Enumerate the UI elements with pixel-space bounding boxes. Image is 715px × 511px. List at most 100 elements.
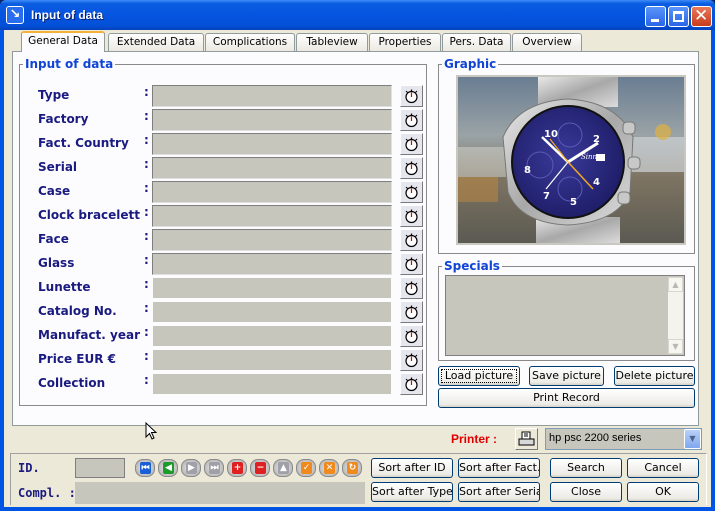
dial-brand: Sinn bbox=[581, 153, 598, 161]
dropdown-arrow-icon[interactable]: ▼ bbox=[684, 429, 701, 449]
compl-label: Compl. : bbox=[18, 486, 76, 500]
maximize-button[interactable] bbox=[668, 6, 689, 27]
field-picker-button[interactable] bbox=[400, 325, 423, 347]
field-input[interactable] bbox=[152, 205, 392, 227]
ok-button[interactable]: OK bbox=[627, 482, 699, 502]
cancel-button[interactable]: Cancel bbox=[627, 458, 699, 478]
tab-properties[interactable]: Properties bbox=[369, 33, 441, 51]
field-label: Factory bbox=[38, 112, 89, 126]
save-picture-button[interactable]: Save picture bbox=[529, 366, 604, 386]
field-colon: : bbox=[144, 109, 149, 123]
field-picker-button[interactable] bbox=[400, 277, 423, 299]
field-label: Serial bbox=[38, 160, 78, 174]
field-picker-button[interactable] bbox=[400, 373, 423, 395]
edit-record-button[interactable]: ▲ bbox=[273, 459, 293, 477]
field-input[interactable] bbox=[152, 109, 392, 131]
minimize-button[interactable] bbox=[645, 6, 666, 27]
field-input[interactable] bbox=[152, 181, 392, 203]
field-input[interactable] bbox=[152, 325, 392, 347]
app-window: ↘ Input of data ✕ General Data Extended … bbox=[0, 0, 715, 511]
field-input[interactable] bbox=[152, 373, 392, 395]
printer-label: Printer : bbox=[451, 432, 498, 446]
scroll-up-icon[interactable]: ▲ bbox=[668, 277, 683, 292]
tab-complications[interactable]: Complications bbox=[205, 33, 295, 51]
field-colon: : bbox=[144, 253, 149, 267]
close-button[interactable]: Close bbox=[550, 482, 622, 502]
field-input[interactable] bbox=[152, 157, 392, 179]
last-record-button[interactable]: ⏭ bbox=[204, 459, 224, 477]
cancel-edit-icon: ✕ bbox=[324, 462, 335, 474]
search-button[interactable]: Search bbox=[550, 458, 622, 478]
window-title: Input of data bbox=[31, 8, 103, 22]
field-picker-button[interactable] bbox=[400, 349, 423, 371]
sort-after-serial-button[interactable]: Sort after Serial bbox=[458, 482, 540, 502]
field-picker-button[interactable] bbox=[400, 253, 423, 275]
mouse-cursor-icon bbox=[145, 422, 158, 440]
tab-tableview[interactable]: Tableview bbox=[296, 33, 368, 51]
button-label: Sort after Type bbox=[372, 485, 453, 498]
button-label: Sort after Serial bbox=[459, 485, 540, 498]
field-label: Glass bbox=[38, 256, 75, 270]
field-input[interactable] bbox=[152, 229, 392, 251]
general-data-panel: Input of data Type: Factory: Fact. Country… bbox=[12, 51, 699, 426]
field-label: Clock bracelett bbox=[38, 208, 141, 222]
scroll-down-icon[interactable]: ▼ bbox=[668, 339, 683, 354]
printer-select[interactable]: hp psc 2200 series ▼ bbox=[545, 428, 702, 450]
button-label: Sort after Fact. bbox=[459, 461, 540, 474]
button-label: OK bbox=[655, 485, 671, 498]
tab-overview[interactable]: Overview bbox=[512, 33, 582, 51]
id-field[interactable] bbox=[75, 458, 125, 478]
field-picker-button[interactable] bbox=[400, 229, 423, 251]
tab-general-data[interactable]: General Data bbox=[21, 31, 105, 52]
field-colon: : bbox=[144, 349, 149, 363]
field-colon: : bbox=[144, 325, 149, 339]
specials-scrollbar[interactable]: ▲ ▼ bbox=[668, 277, 683, 354]
graphic-group: Graphic 10 2 8 7 4 5 Sinn bbox=[438, 57, 695, 254]
field-colon: : bbox=[144, 229, 149, 243]
field-picker-button[interactable] bbox=[400, 157, 423, 179]
field-input[interactable] bbox=[152, 133, 392, 155]
cancel-edit-button[interactable]: ✕ bbox=[319, 459, 339, 477]
button-label: Cancel bbox=[644, 461, 682, 474]
compl-field[interactable] bbox=[75, 482, 365, 504]
field-input[interactable] bbox=[152, 277, 392, 299]
sort-after-id-button[interactable]: Sort after ID bbox=[371, 458, 453, 478]
printer-select-value: hp psc 2200 series bbox=[549, 432, 642, 444]
field-input[interactable] bbox=[152, 301, 392, 323]
delete-record-icon: − bbox=[255, 462, 266, 474]
field-picker-button[interactable] bbox=[400, 133, 423, 155]
printer-icon bbox=[518, 431, 535, 446]
specials-textarea[interactable]: ▲ ▼ bbox=[445, 275, 685, 356]
add-record-button[interactable]: + bbox=[227, 459, 247, 477]
tab-extended-data[interactable]: Extended Data bbox=[108, 33, 204, 51]
field-input[interactable] bbox=[152, 349, 392, 371]
delete-record-button[interactable]: − bbox=[250, 459, 270, 477]
field-picker-button[interactable] bbox=[400, 85, 423, 107]
first-record-button[interactable]: ⏮ bbox=[135, 459, 155, 477]
button-label: Sort after ID bbox=[378, 461, 446, 474]
tab-pers-data[interactable]: Pers. Data bbox=[442, 33, 511, 51]
previous-record-button[interactable]: ◀ bbox=[158, 459, 178, 477]
post-record-button[interactable]: ✓ bbox=[296, 459, 316, 477]
sort-after-type-button[interactable]: Sort after Type bbox=[371, 482, 453, 502]
field-picker-button[interactable] bbox=[400, 181, 423, 203]
close-window-button[interactable]: ✕ bbox=[691, 6, 712, 27]
print-record-button[interactable]: Print Record bbox=[438, 388, 695, 408]
load-picture-button[interactable]: Load picture bbox=[438, 366, 520, 386]
last-record-icon: ⏭ bbox=[209, 462, 220, 474]
field-colon: : bbox=[144, 181, 149, 195]
field-picker-button[interactable] bbox=[400, 205, 423, 227]
field-input[interactable] bbox=[152, 253, 392, 275]
field-picker-button[interactable] bbox=[400, 109, 423, 131]
sort-after-fact-button[interactable]: Sort after Fact. bbox=[458, 458, 540, 478]
field-label: Catalog No. bbox=[38, 304, 117, 318]
refresh-record-button[interactable]: ↻ bbox=[342, 459, 362, 477]
next-record-button[interactable]: ▶ bbox=[181, 459, 201, 477]
title-bar[interactable]: ↘ Input of data ✕ bbox=[0, 0, 715, 30]
field-picker-button[interactable] bbox=[400, 301, 423, 323]
client-area: General Data Extended Data Complications… bbox=[4, 30, 711, 507]
field-input[interactable] bbox=[152, 85, 392, 107]
delete-picture-button[interactable]: Delete picture bbox=[614, 366, 695, 386]
printer-setup-button[interactable] bbox=[515, 428, 538, 450]
watch-image: 10 2 8 7 4 5 Sinn bbox=[458, 77, 684, 243]
